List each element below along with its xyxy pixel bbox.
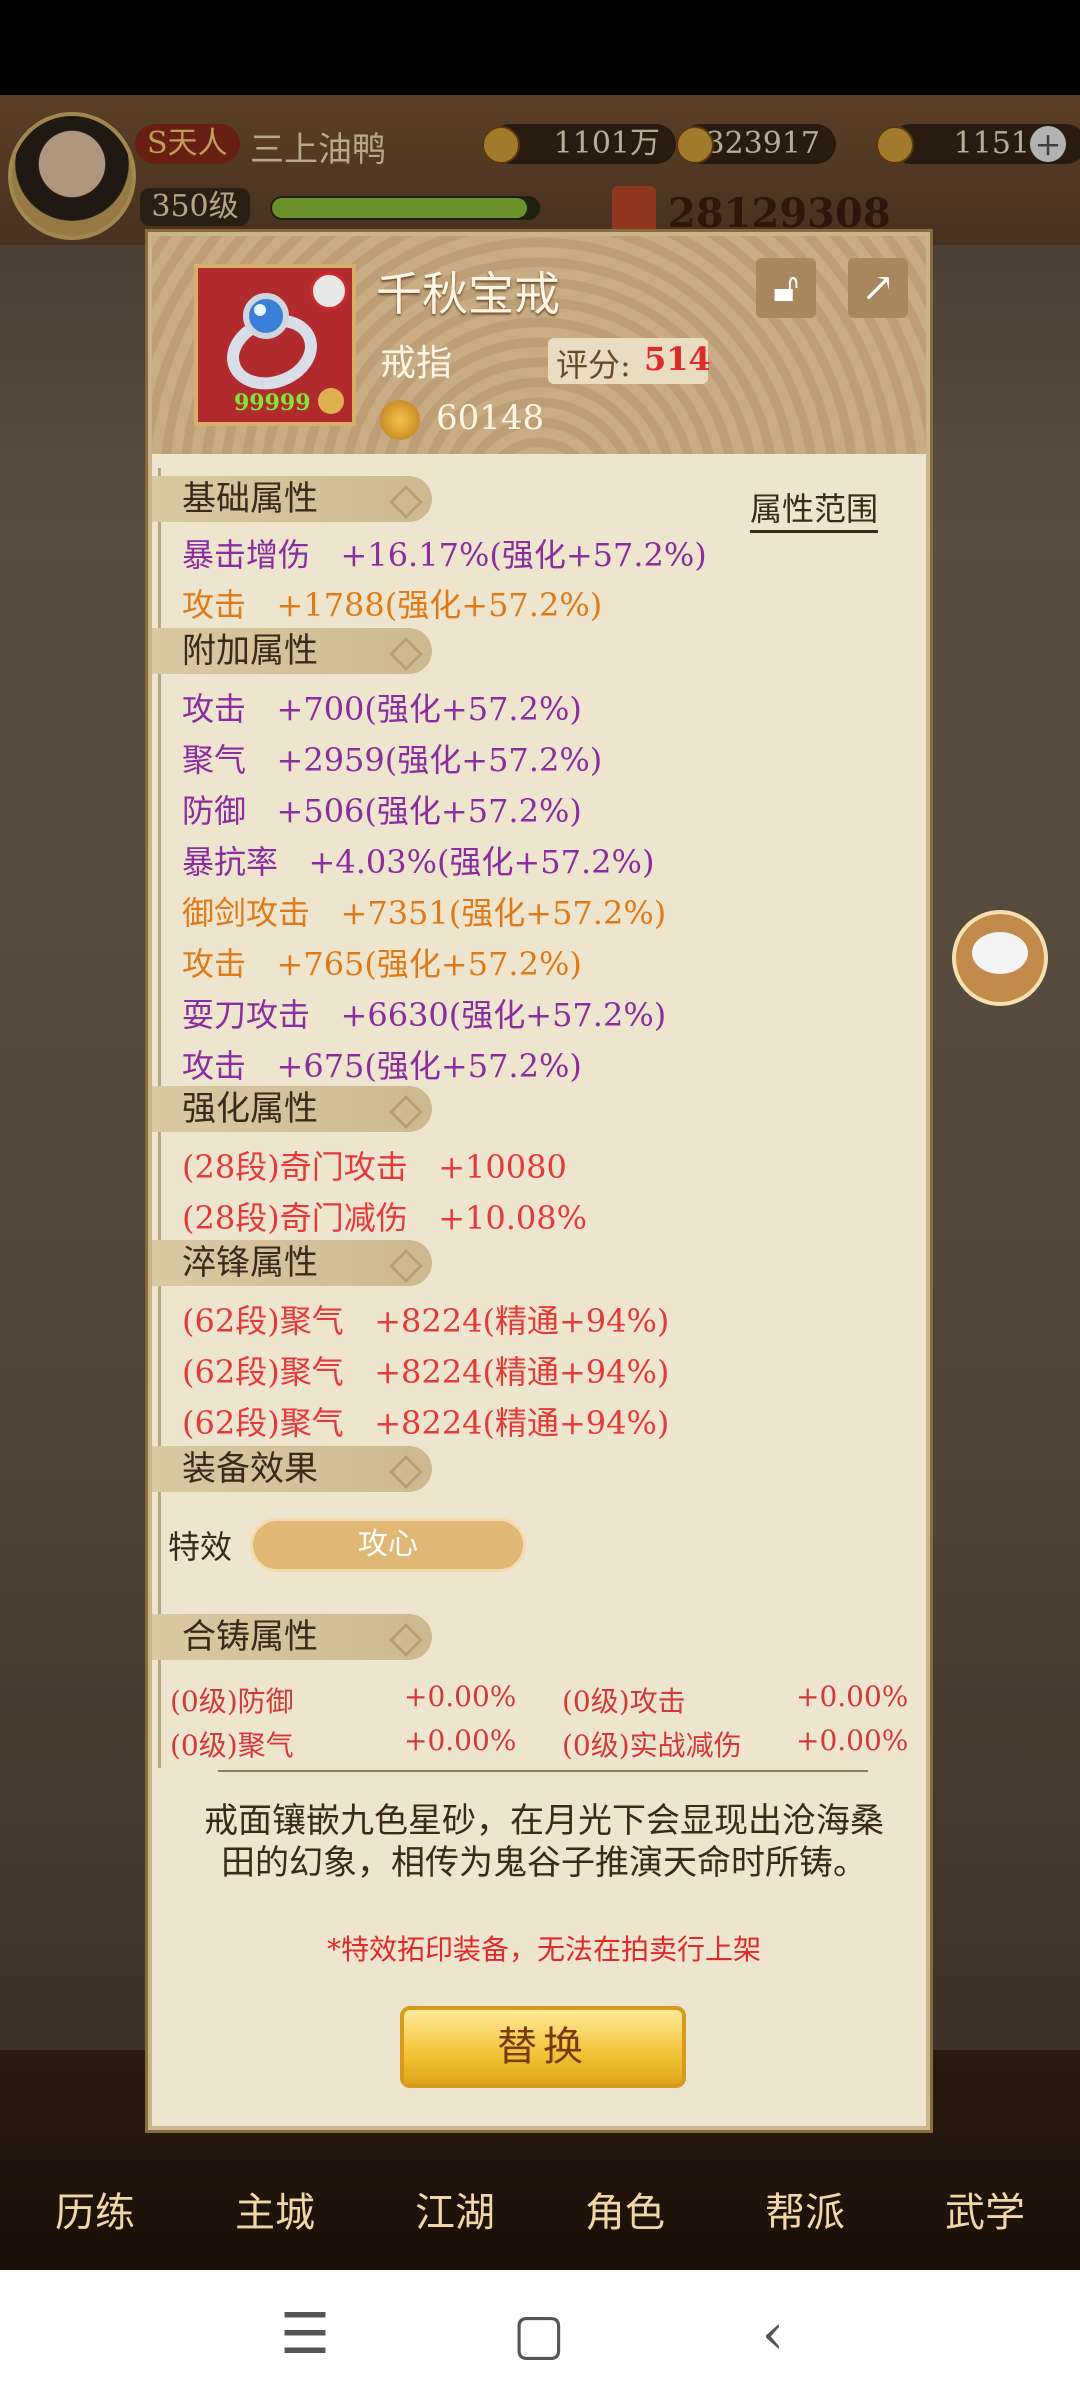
fuse-stat-name: (0级)实战减伤	[562, 1729, 742, 1762]
section-enhance-attributes: 强化属性	[152, 1086, 432, 1132]
item-count: 99999	[234, 390, 311, 416]
special-effect-badge-icon	[310, 272, 348, 310]
score-label: 评分:	[556, 346, 631, 384]
nav-item-training[interactable]: 历练	[15, 2180, 175, 2238]
extra-stat-line: 防御 +506(强化+57.2%)	[182, 792, 582, 830]
effect-pill-button[interactable]: 攻心	[250, 1518, 526, 1572]
section-extra-attributes: 附加属性	[152, 628, 432, 674]
fuse-stat-value: +0.00%	[404, 1680, 517, 1713]
temper-stat-line: (62段)聚气 +8224(精通+94%)	[182, 1302, 670, 1340]
fuse-stat-name: (0级)攻击	[562, 1685, 686, 1718]
status-bar	[0, 0, 1080, 95]
extra-stat-line: 暴抗率 +4.03%(强化+57.2%)	[182, 843, 655, 881]
back-icon[interactable]: ‹	[728, 2300, 818, 2370]
nav-item-jianghu[interactable]: 江湖	[375, 2180, 535, 2238]
enhance-stat-line: (28段)奇门减伤 +10.08%	[182, 1199, 588, 1237]
extra-stat-line: 攻击 +700(强化+57.2%)	[182, 690, 582, 728]
extra-stat-line: 御剑攻击 +7351(强化+57.2%)	[182, 894, 667, 932]
extra-stat-line: 攻击 +765(强化+57.2%)	[182, 945, 582, 983]
nav-item-character[interactable]: 角色	[545, 2180, 705, 2238]
replace-button[interactable]: 替换	[400, 2006, 686, 2088]
extra-stat-line: 耍刀攻击 +6630(强化+57.2%)	[182, 996, 667, 1034]
link-icon	[318, 388, 344, 414]
fuse-stat-name: (0级)防御	[170, 1685, 294, 1718]
item-name: 千秋宝戒	[376, 267, 560, 321]
temper-stat-line: (62段)聚气 +8224(精通+94%)	[182, 1404, 670, 1442]
section-fuse-attributes: 合铸属性	[152, 1614, 432, 1660]
divider	[218, 1770, 868, 1772]
section-equip-effect: 装备效果	[152, 1446, 432, 1492]
fuse-stat-value: +0.00%	[796, 1680, 909, 1713]
attribute-range-button[interactable]: 属性范围	[750, 484, 879, 533]
menu-icon[interactable]: ☰	[260, 2300, 350, 2370]
extra-stat-line: 聚气 +2959(强化+57.2%)	[182, 741, 603, 779]
chat-bubble-icon[interactable]	[952, 910, 1048, 1006]
sell-price: 60148	[436, 398, 545, 438]
item-type: 戒指	[380, 343, 453, 384]
fuse-stat-value: +0.00%	[796, 1724, 909, 1757]
home-icon[interactable]: ▢	[494, 2300, 584, 2370]
fuse-stat-name: (0级)聚气	[170, 1729, 294, 1762]
nav-item-city[interactable]: 主城	[195, 2180, 355, 2238]
section-base-attributes: 基础属性	[152, 476, 432, 522]
lock-icon[interactable]: 🔓︎	[756, 258, 816, 318]
effect-label: 特效	[168, 1528, 233, 1566]
item-description: 戒面镶嵌九色星砂，在月光下会显现出沧海桑田的幻象，相传为鬼谷子推演天命时所铸。	[204, 1801, 884, 1883]
auction-warning: *特效拓印装备，无法在拍卖行上架	[326, 1933, 761, 1966]
nav-item-guild[interactable]: 帮派	[725, 2180, 885, 2238]
fuse-stat-value: +0.00%	[404, 1724, 517, 1757]
score-value: 514	[644, 340, 711, 378]
temper-stat-line: (62段)聚气 +8224(精通+94%)	[182, 1353, 670, 1391]
share-icon[interactable]: ↗	[848, 258, 908, 318]
nav-item-martial-arts[interactable]: 武学	[905, 2180, 1065, 2238]
section-temper-attributes: 淬锋属性	[152, 1240, 432, 1286]
sell-price-coin-icon	[380, 400, 420, 440]
base-stat-line: 攻击 +1788(强化+57.2%)	[182, 586, 603, 624]
extra-stat-line: 攻击 +675(强化+57.2%)	[182, 1047, 582, 1085]
base-stat-line: 暴击增伤 +16.17%(强化+57.2%)	[182, 536, 707, 574]
enhance-stat-line: (28段)奇门攻击 +10080	[182, 1148, 567, 1186]
